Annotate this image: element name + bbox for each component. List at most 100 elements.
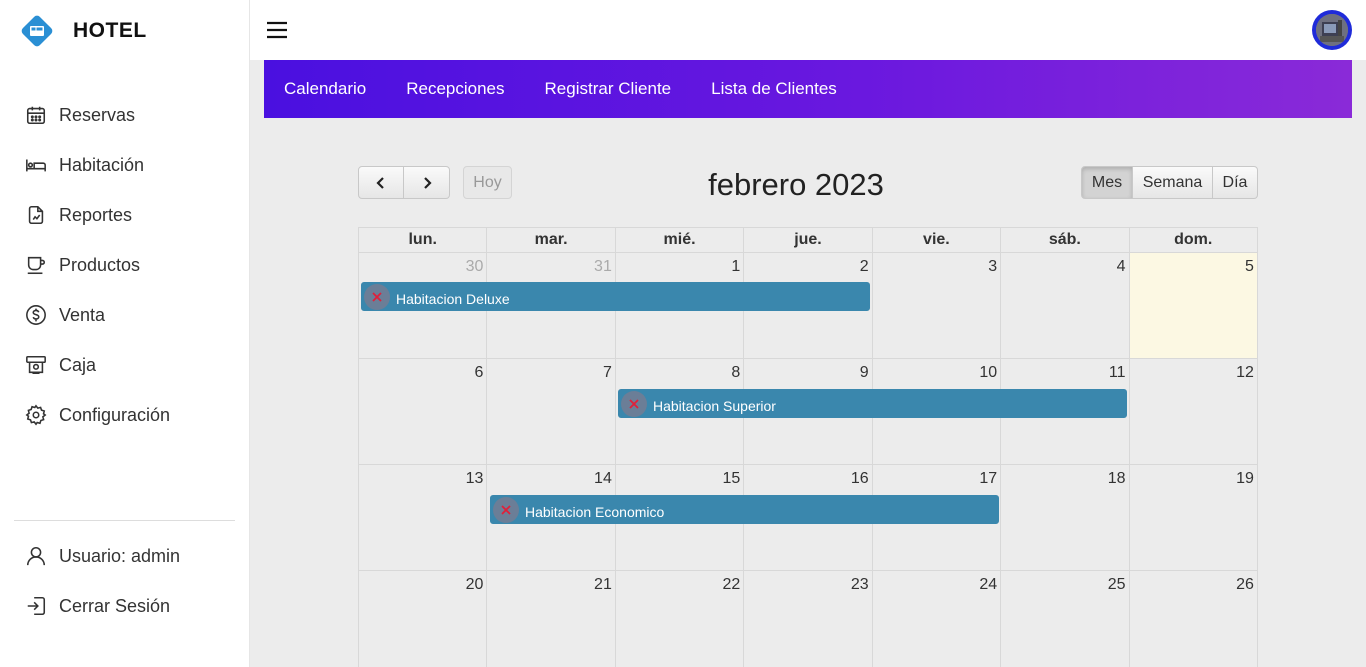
weekday-header: mar. bbox=[487, 228, 616, 253]
hamburger-menu-icon[interactable] bbox=[265, 18, 289, 42]
calendar-week: 30 31 1 2 3 4 5 Habitacion Deluxe bbox=[358, 253, 1258, 359]
day-number: 26 bbox=[1236, 576, 1254, 593]
view-month-button[interactable]: Mes bbox=[1081, 166, 1133, 199]
sidebar-nav: Reservas Habitación Reportes Productos V… bbox=[0, 90, 249, 440]
day-cell[interactable]: 4 bbox=[1001, 253, 1130, 359]
day-number: 5 bbox=[1245, 258, 1254, 275]
weekday-header: jue. bbox=[744, 228, 873, 253]
day-number: 3 bbox=[988, 258, 998, 275]
calendar-title: febrero 2023 bbox=[708, 167, 884, 202]
event-habitacion-economico[interactable]: Habitacion Economico bbox=[490, 495, 999, 524]
avatar-image bbox=[1316, 14, 1348, 46]
next-month-button[interactable] bbox=[404, 166, 450, 199]
calendar-icon bbox=[24, 103, 48, 127]
calendar-week: 13 14 15 16 17 18 19 Habitacion Economic… bbox=[358, 465, 1258, 571]
day-number: 23 bbox=[850, 576, 869, 593]
day-cell[interactable]: 20 bbox=[359, 571, 488, 667]
sidebar-item-label: Configuración bbox=[59, 404, 171, 425]
event-label: Habitacion Economico bbox=[525, 503, 665, 520]
event-habitacion-deluxe[interactable]: Habitacion Deluxe bbox=[361, 282, 870, 311]
sidebar-item-label: Cerrar Sesión bbox=[59, 595, 171, 616]
top-bar bbox=[250, 0, 1366, 60]
delete-event-icon[interactable] bbox=[364, 283, 390, 310]
user-icon bbox=[24, 544, 48, 568]
sidebar-item-reportes[interactable]: Reportes bbox=[0, 190, 249, 240]
delete-event-icon[interactable] bbox=[493, 496, 519, 523]
day-number: 9 bbox=[859, 364, 869, 381]
day-cell[interactable]: 19 bbox=[1129, 465, 1258, 571]
register-icon bbox=[24, 353, 48, 377]
day-cell[interactable]: 18 bbox=[1001, 465, 1130, 571]
brand[interactable]: HOTEL bbox=[18, 12, 147, 50]
view-week-button[interactable]: Semana bbox=[1133, 166, 1213, 199]
calendar-grid: lun. mar. mié. jue. vie. sáb. dom. 30 31… bbox=[358, 227, 1258, 667]
sidebar-item-label: Venta bbox=[59, 304, 106, 325]
avatar[interactable] bbox=[1312, 10, 1352, 50]
day-number: 22 bbox=[722, 576, 741, 593]
prev-month-button[interactable] bbox=[358, 166, 404, 199]
day-cell[interactable]: 12 bbox=[1129, 359, 1258, 465]
event-label: Habitacion Deluxe bbox=[396, 290, 510, 307]
dollar-icon bbox=[24, 303, 48, 327]
sidebar-item-configuracion[interactable]: Configuración bbox=[0, 390, 249, 440]
day-number: 30 bbox=[465, 258, 484, 275]
delete-event-icon[interactable] bbox=[621, 390, 647, 417]
day-number: 12 bbox=[1236, 364, 1254, 381]
sidebar-item-caja[interactable]: Caja bbox=[0, 340, 249, 390]
day-number: 15 bbox=[722, 470, 741, 487]
weekday-header-row: lun. mar. mié. jue. vie. sáb. dom. bbox=[358, 227, 1258, 253]
day-number: 19 bbox=[1236, 470, 1254, 487]
menu-link-lista-clientes[interactable]: Lista de Clientes bbox=[711, 79, 837, 99]
day-number: 13 bbox=[465, 470, 484, 487]
day-cell[interactable]: 23 bbox=[744, 571, 873, 667]
weekday-header: sáb. bbox=[1001, 228, 1130, 253]
day-number: 16 bbox=[850, 470, 869, 487]
day-cell[interactable]: 6 bbox=[359, 359, 488, 465]
sidebar-item-cerrar-sesion[interactable]: Cerrar Sesión bbox=[0, 581, 249, 631]
day-cell[interactable]: 25 bbox=[1001, 571, 1130, 667]
event-habitacion-superior[interactable]: Habitacion Superior bbox=[618, 389, 1127, 418]
calendar-week: 6 7 8 9 10 11 12 Habitacion Superior bbox=[358, 359, 1258, 465]
sidebar-item-label: Caja bbox=[59, 354, 97, 375]
day-number: 18 bbox=[1107, 470, 1126, 487]
day-cell[interactable]: 13 bbox=[359, 465, 488, 571]
day-number: 2 bbox=[859, 258, 869, 275]
day-cell[interactable]: 3 bbox=[872, 253, 1002, 359]
sidebar-item-label: Productos bbox=[59, 254, 141, 275]
bed-icon bbox=[24, 153, 48, 177]
day-cell[interactable]: 7 bbox=[487, 359, 616, 465]
day-number: 24 bbox=[979, 576, 998, 593]
view-day-button[interactable]: Día bbox=[1213, 166, 1258, 199]
menu-link-calendario[interactable]: Calendario bbox=[284, 79, 366, 99]
day-number: 20 bbox=[465, 576, 484, 593]
day-cell[interactable]: 26 bbox=[1130, 571, 1258, 667]
day-number: 17 bbox=[979, 470, 998, 487]
menu-link-recepciones[interactable]: Recepciones bbox=[406, 79, 504, 99]
sidebar-divider bbox=[14, 520, 235, 521]
today-button[interactable]: Hoy bbox=[463, 166, 512, 199]
day-cell[interactable]: 21 bbox=[487, 571, 616, 667]
sidebar-item-venta[interactable]: Venta bbox=[0, 290, 249, 340]
day-number: 25 bbox=[1107, 576, 1126, 593]
day-cell[interactable]: 22 bbox=[616, 571, 745, 667]
event-label: Habitacion Superior bbox=[653, 397, 776, 414]
sidebar-item-label: Reservas bbox=[59, 104, 136, 125]
sidebar-item-usuario[interactable]: Usuario: admin bbox=[0, 531, 249, 581]
day-number: 14 bbox=[594, 470, 612, 487]
sidebar-item-label: Reportes bbox=[59, 204, 133, 225]
sidebar-item-reservas[interactable]: Reservas bbox=[0, 90, 249, 140]
sidebar-bottom: Usuario: admin Cerrar Sesión bbox=[0, 531, 249, 631]
report-icon bbox=[24, 203, 48, 227]
weekday-header: dom. bbox=[1129, 228, 1258, 253]
sidebar-item-label: Usuario: admin bbox=[59, 545, 181, 566]
cup-icon bbox=[24, 253, 48, 277]
chevron-right-icon bbox=[423, 176, 432, 189]
day-cell[interactable]: 24 bbox=[873, 571, 1002, 667]
sidebar-item-productos[interactable]: Productos bbox=[0, 240, 249, 290]
sidebar-item-habitacion[interactable]: Habitación bbox=[0, 140, 249, 190]
weekday-header: lun. bbox=[359, 228, 488, 253]
calendar-view-buttons: Mes Semana Día bbox=[1081, 166, 1258, 199]
menu-link-registrar-cliente[interactable]: Registrar Cliente bbox=[545, 79, 672, 99]
day-cell-today[interactable]: 5 bbox=[1129, 253, 1258, 359]
brand-title: HOTEL bbox=[73, 19, 147, 42]
